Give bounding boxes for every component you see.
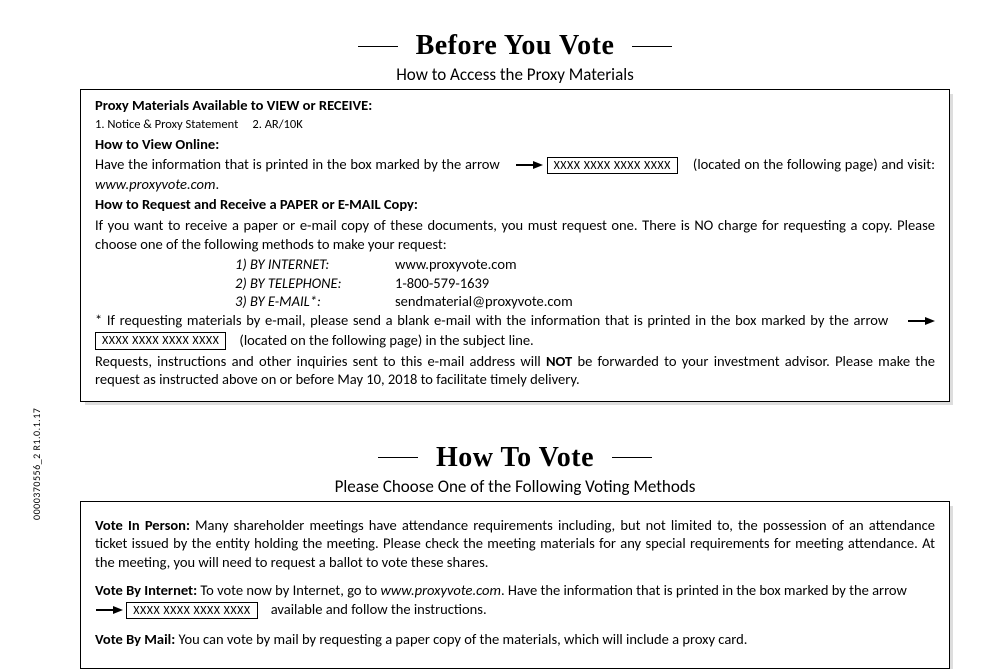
request-copy-head: How to Request and Receive a PAPER or E-… (95, 195, 935, 214)
control-number-box: XXXX XXXX XXXX XXXX (547, 157, 678, 174)
vote-in-person: Vote In Person: Many shareholder meeting… (95, 516, 935, 572)
control-number-box: XXXX XXXX XXXX XXXX (95, 332, 226, 349)
before-vote-header: Before You Vote How to Access the Proxy … (80, 30, 950, 85)
email-request-note: * If requesting materials by e-mail, ple… (95, 311, 935, 350)
vote-by-mail: Vote By Mail: You can vote by mail by re… (95, 630, 935, 649)
voting-methods-box: Vote In Person: Many shareholder meeting… (80, 501, 950, 669)
arrow-icon (907, 312, 935, 331)
arrow-icon (95, 601, 123, 620)
side-code: 0000370556_2 R1.0.1.17 (30, 408, 43, 520)
request-copy-body: If you want to receive a paper or e-mail… (95, 216, 935, 253)
request-methods: 1) BY INTERNET:www.proxyvote.com 2) BY T… (235, 255, 935, 311)
dash-left (378, 457, 418, 458)
view-online-body: Have the information that is printed in … (95, 155, 935, 193)
page-content: Before You Vote How to Access the Proxy … (80, 30, 950, 669)
how-to-vote-title: How To Vote (436, 442, 594, 474)
dash-right (612, 457, 652, 458)
how-to-vote-subtitle: Please Choose One of the Following Votin… (80, 476, 950, 497)
control-number-box: XXXX XXXX XXXX XXXX (126, 602, 257, 619)
dash-right (632, 46, 672, 47)
before-vote-subtitle: How to Access the Proxy Materials (80, 64, 950, 85)
forward-warning: Requests, instructions and other inquiri… (95, 352, 935, 389)
materials-available-list: 1. Notice & Proxy Statement 2. AR/10K (95, 117, 935, 133)
materials-available-head: Proxy Materials Available to VIEW or REC… (95, 96, 935, 115)
view-online-head: How to View Online: (95, 135, 935, 154)
arrow-icon (515, 156, 543, 175)
before-vote-title: Before You Vote (416, 30, 615, 62)
how-to-vote-header: How To Vote Please Choose One of the Fol… (80, 442, 950, 497)
vote-by-internet: Vote By Internet: To vote now by Interne… (95, 581, 935, 619)
dash-left (358, 46, 398, 47)
proxy-materials-box: Proxy Materials Available to VIEW or REC… (80, 89, 950, 402)
